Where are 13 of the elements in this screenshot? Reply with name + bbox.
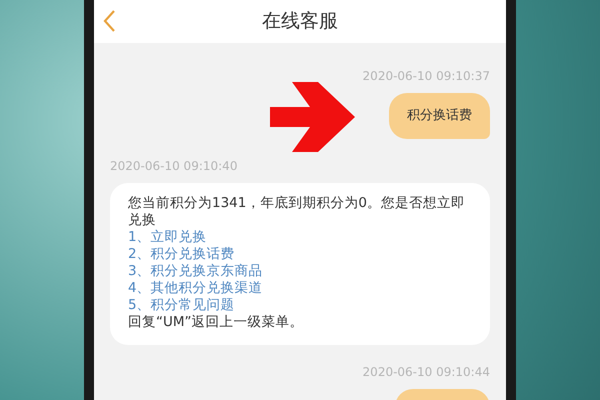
- menu-option-link[interactable]: 5、积分常见问题: [128, 296, 472, 314]
- message-bubble: 积分换话费: [389, 93, 490, 138]
- timestamp: 2020-06-10 09:10:37: [362, 68, 490, 85]
- message-text: 回复“UM”返回上一级菜单。: [128, 314, 305, 330]
- menu-option-link[interactable]: 2、积分兑换话费: [128, 246, 472, 262]
- back-icon[interactable]: [102, 9, 116, 33]
- timestamp: 2020-06-10 09:10:40: [110, 158, 238, 174]
- message-text: 您当前积分为1341，年底到期积分为0。您是否想立即兑换: [128, 194, 466, 228]
- timestamp: 2020-06-10 09:10:44: [362, 364, 490, 380]
- page-title: 在线客服: [262, 9, 338, 34]
- menu-option-link[interactable]: 3、积分兑换京东商品: [128, 262, 472, 280]
- menu-option-link[interactable]: 4、其他积分兑换渠道: [128, 280, 472, 296]
- menu-option-link[interactable]: 1、立即兑换: [128, 228, 472, 246]
